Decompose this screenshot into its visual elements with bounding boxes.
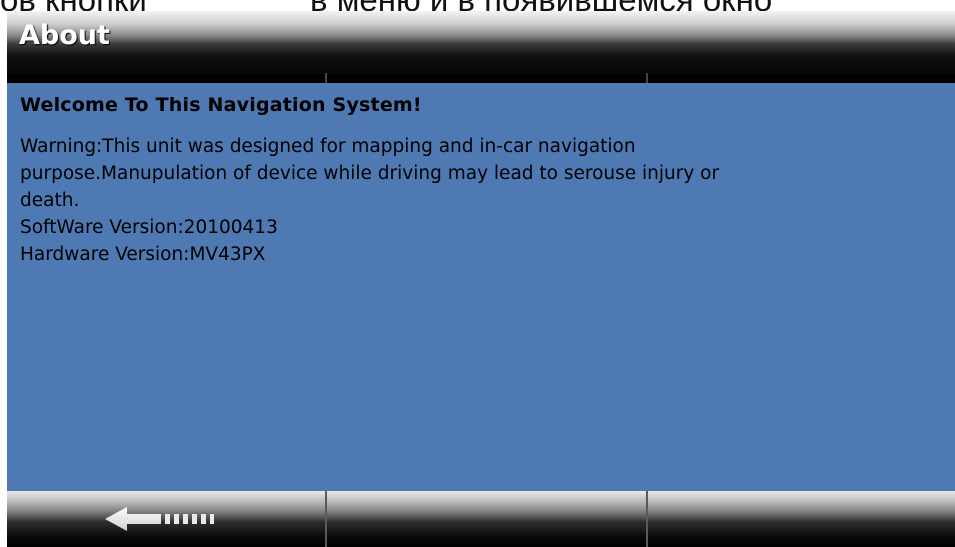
software-version: SoftWare Version:20100413 xyxy=(20,217,278,238)
warning-line-2: purpose.Manupulation of device while dri… xyxy=(20,163,720,184)
title-separator xyxy=(646,73,648,83)
welcome-heading: Welcome To This Navigation System! xyxy=(20,94,422,116)
warning-line-3: death. xyxy=(20,190,80,211)
warning-line-1: Warning:This unit was designed for mappi… xyxy=(20,136,636,157)
bottom-bar xyxy=(7,491,955,547)
back-button[interactable] xyxy=(7,491,325,547)
top-caption-right: в меню и в появившемся окно xyxy=(310,0,772,11)
right-button[interactable] xyxy=(648,491,955,547)
top-caption-left: ов кнопки xyxy=(0,0,147,11)
back-arrow-icon xyxy=(105,507,214,531)
about-body: Warning:This unit was designed for mappi… xyxy=(20,133,930,268)
about-content: Welcome To This Navigation System! Warni… xyxy=(7,83,955,491)
hardware-version: Hardware Version:MV43PX xyxy=(20,244,266,265)
title-bar: About xyxy=(7,11,955,76)
device-screen: About Welcome To This Navigation System!… xyxy=(7,11,955,547)
title-separator xyxy=(325,73,327,83)
top-caption: ов кнопки в меню и в появившемся окно xyxy=(0,0,955,11)
page-title: About xyxy=(19,20,110,51)
middle-button[interactable] xyxy=(327,491,646,547)
